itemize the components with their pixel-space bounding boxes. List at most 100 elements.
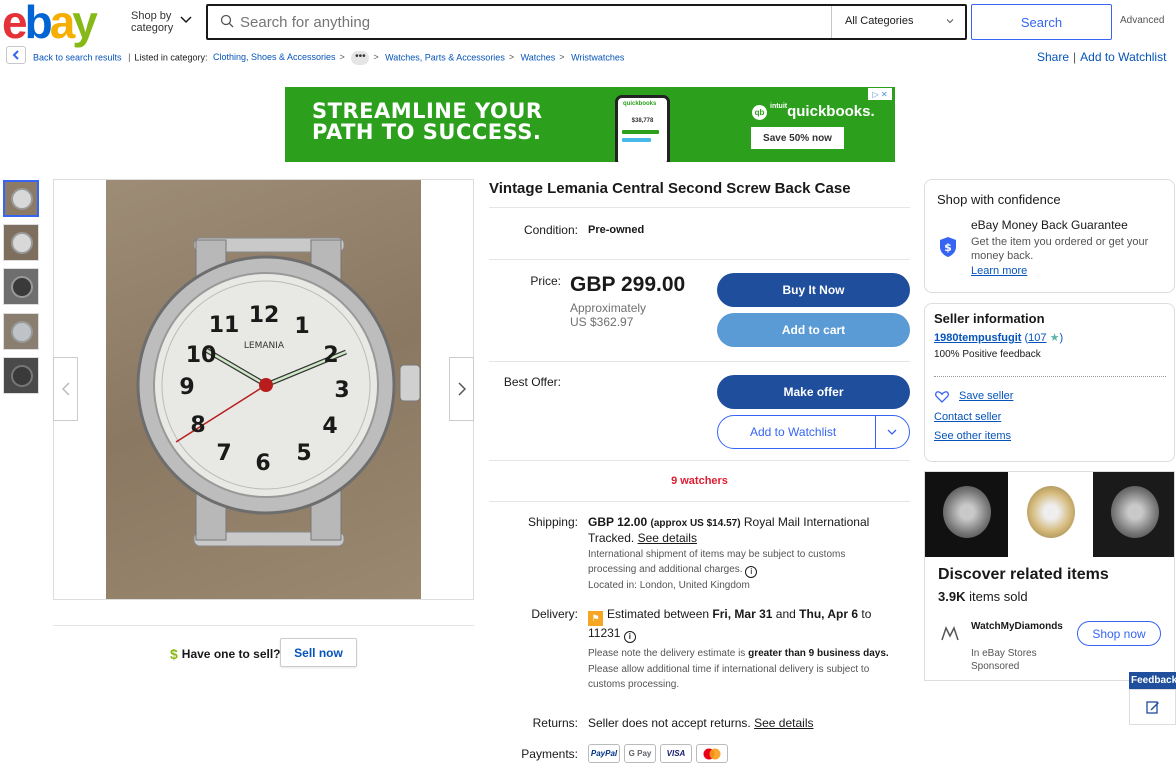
svg-text:5: 5 (296, 441, 311, 466)
thumbnail[interactable] (3, 268, 39, 305)
add-to-watchlist-button[interactable]: Add to Watchlist (717, 415, 910, 449)
listing-title: Vintage Lemania Central Second Screw Bac… (489, 180, 851, 197)
shop-by-category[interactable]: Shop by category (131, 10, 173, 34)
breadcrumb-item[interactable]: Watches (521, 52, 556, 62)
chevron-left-icon (61, 382, 70, 396)
search-icon (220, 14, 234, 28)
share-link[interactable]: Share (1037, 50, 1069, 64)
svg-text:4: 4 (322, 414, 337, 439)
divider (934, 376, 1166, 377)
breadcrumb-ellipsis[interactable]: ••• (351, 51, 370, 65)
related-seller-meta: In eBay Stores Sponsored (971, 648, 1037, 672)
dial-brand: LEMANIA (244, 341, 285, 351)
ad-close-icon[interactable]: ▷ ✕ (868, 88, 892, 100)
related-seller-name: WatchMyDiamonds (971, 621, 1063, 632)
google-pay-icon: G Pay (624, 744, 656, 763)
seller-username-link[interactable]: 1980tempusfugit (934, 332, 1021, 344)
feedback-edit-icon[interactable] (1129, 689, 1176, 725)
chevron-down-icon[interactable] (945, 16, 955, 26)
thumbnail[interactable] (3, 180, 39, 217)
shipping-info: GBP 12.00 (approx US $14.57) Royal Mail … (588, 515, 870, 591)
svg-text:1: 1 (294, 314, 309, 339)
price-approx: Approximately US $362.97 (570, 301, 647, 329)
related-watch-image (925, 472, 1008, 557)
make-offer-button[interactable]: Make offer (717, 375, 910, 409)
buy-it-now-button[interactable]: Buy It Now (717, 273, 910, 307)
zip-code-link[interactable]: 11231 (588, 626, 620, 640)
returns-label: Returns: (532, 716, 578, 730)
next-image-button[interactable] (449, 357, 474, 421)
best-offer-label: Best Offer: (503, 375, 561, 389)
sell-now-button[interactable]: Sell now (280, 638, 357, 667)
delivery-info: ⚑ Estimated between Fri, Mar 31 and Thu, … (588, 607, 889, 690)
confidence-title: Shop with confidence (937, 192, 1061, 207)
add-to-watchlist-link[interactable]: Add to Watchlist (1080, 50, 1166, 64)
chevron-down-icon[interactable] (886, 427, 898, 437)
divider (489, 460, 910, 461)
delivery-label: Delivery: (531, 607, 578, 621)
main-product-image[interactable]: 12 1 2 3 4 5 6 7 8 9 10 11 LEMANIA (106, 180, 421, 599)
back-to-results-link[interactable]: Back to search results (33, 52, 122, 62)
price: GBP 299.00 (570, 273, 686, 296)
svg-text:$: $ (944, 241, 952, 254)
back-button[interactable] (6, 46, 26, 64)
svg-text:11: 11 (209, 313, 240, 338)
save-seller-link[interactable]: Save seller (959, 390, 1013, 402)
payments-label: Payments: (521, 747, 578, 761)
thumbnail[interactable] (3, 313, 39, 350)
svg-text:2: 2 (323, 343, 338, 368)
guarantee-desc: Get the item you ordered or get your mon… (971, 236, 1149, 262)
delivery-flag-icon: ⚑ (588, 611, 603, 626)
ad-cta-button[interactable]: Save 50% now (751, 127, 844, 149)
returns-details-link[interactable]: See details (754, 716, 813, 730)
shipping-details-link[interactable]: See details (638, 531, 697, 545)
heart-icon[interactable] (935, 391, 949, 403)
seller-info-title: Seller information (934, 311, 1045, 326)
watch-photo: 12 1 2 3 4 5 6 7 8 9 10 11 LEMANIA (136, 237, 421, 547)
ad-phone-image: quickbooks $38,778 (615, 95, 670, 162)
divider (489, 259, 910, 260)
see-other-items-link[interactable]: See other items (934, 430, 1011, 442)
shipping-label: Shipping: (527, 515, 578, 529)
seller-score-link[interactable]: 107 (1028, 332, 1046, 344)
breadcrumb-item[interactable]: Wristwatches (571, 52, 624, 62)
divider (875, 416, 876, 448)
thumbnail[interactable] (3, 224, 39, 261)
svg-text:3: 3 (334, 378, 349, 403)
chevron-down-icon[interactable] (180, 13, 192, 25)
visa-icon: VISA (660, 744, 692, 763)
svg-text:10: 10 (186, 343, 217, 368)
svg-text:8: 8 (190, 413, 205, 438)
ad-banner[interactable]: STREAMLINE YOUR PATH TO SUCCESS. quickbo… (285, 87, 895, 162)
breadcrumb-item[interactable]: Clothing, Shoes & Accessories (213, 52, 336, 62)
search-input[interactable] (240, 8, 820, 36)
learn-more-link[interactable]: Learn more (971, 265, 1027, 277)
breadcrumb-item[interactable]: Watches, Parts & Accessories (385, 52, 505, 62)
contact-seller-link[interactable]: Contact seller (934, 411, 1001, 423)
seller-positive-feedback: 100% Positive feedback (934, 349, 1041, 360)
thumbnail[interactable] (3, 357, 39, 394)
price-label: Price: (530, 274, 561, 288)
feedback-tab[interactable]: Feedback (1129, 672, 1176, 689)
divider (831, 6, 832, 38)
watchers-count: 9 watchers (671, 475, 728, 487)
info-icon[interactable]: i (745, 566, 758, 578)
prev-image-button[interactable] (53, 357, 78, 421)
related-title: Discover related items (938, 566, 1109, 583)
related-watch-image (1093, 472, 1174, 557)
svg-text:6: 6 (255, 451, 270, 476)
returns-info: Seller does not accept returns. See deta… (588, 716, 814, 730)
category-select[interactable]: All Categories (845, 15, 913, 27)
divider (489, 207, 910, 208)
ebay-logo[interactable]: ebay (2, 0, 98, 45)
add-to-cart-button[interactable]: Add to cart (717, 313, 910, 347)
star-icon: ★ (1049, 332, 1060, 344)
shop-now-button[interactable]: Shop now (1077, 621, 1161, 646)
chevron-right-icon (457, 382, 466, 396)
info-icon[interactable]: i (623, 631, 636, 643)
svg-text:9: 9 (179, 375, 194, 400)
related-sold: 3.9K items sold (938, 589, 1028, 604)
search-button[interactable]: Search (971, 4, 1112, 40)
dollar-icon: $ (170, 646, 178, 662)
advanced-search-link[interactable]: Advanced (1120, 15, 1164, 26)
